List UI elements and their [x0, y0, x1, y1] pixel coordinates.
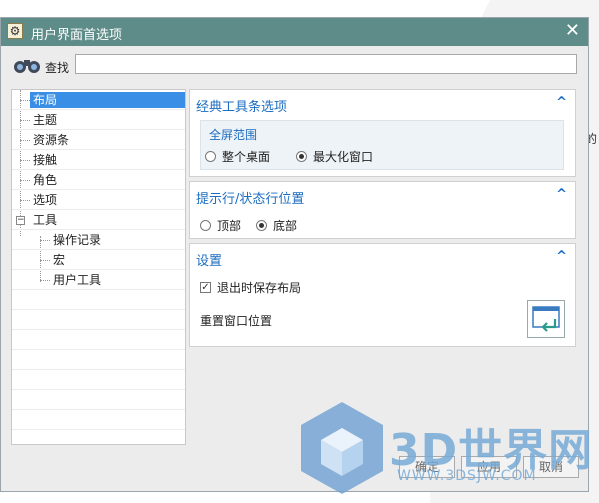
tree-empty-row [12, 310, 185, 330]
tree-item-label: 角色 [33, 173, 58, 187]
checkbox-label: 退出时保存布局 [217, 281, 302, 295]
title-bar[interactable]: ⚙ 用户界面首选项 ✕ [1, 18, 588, 46]
save-layout-checkbox[interactable]: ✓ 退出时保存布局 [200, 279, 301, 296]
window-title: 用户界面首选项 [31, 28, 123, 43]
reset-window-button[interactable] [527, 300, 565, 338]
radio-whole-desktop[interactable]: 整个桌面 [205, 148, 270, 165]
radio-circle [200, 220, 211, 231]
tree-empty-row [12, 410, 185, 430]
watermark-url: WWW.3DSJW.COM [397, 468, 537, 484]
panel-title: 设置 [196, 254, 223, 269]
tree-item-label: 用户工具 [53, 273, 102, 287]
radio-label: 最大化窗口 [313, 150, 374, 164]
watermark-cube-icon [301, 402, 383, 494]
tree-item-touch[interactable]: 接触 [12, 150, 185, 170]
tree-item-label: 工具 [33, 213, 58, 227]
tree-item-label: 主题 [33, 113, 58, 127]
tree-item-label: 操作记录 [53, 233, 102, 247]
collapse-expander[interactable]: − [16, 216, 25, 225]
tree-connector [40, 240, 50, 241]
collapse-chevron-icon[interactable]: ^ [556, 249, 567, 264]
settings-panel: 设置 ^ ✓ 退出时保存布局 重置窗口位置 [189, 243, 576, 347]
tree-item-label: 资源条 [33, 133, 70, 147]
checkbox-check-icon: ✓ [200, 282, 211, 293]
tree-item-layout[interactable]: 布局 [12, 90, 185, 110]
radio-label: 底部 [273, 219, 298, 233]
tree-item-resource-bar[interactable]: 资源条 [12, 130, 185, 150]
toolbar-options-panel: 经典工具条选项 ^ 全屏范围 整个桌面 最大化窗口 [189, 89, 576, 177]
tree-empty-row [12, 330, 185, 350]
binoculars-icon [14, 60, 40, 73]
radio-label: 整个桌面 [222, 150, 271, 164]
tree-connector [20, 120, 30, 121]
fullscreen-range-group: 全屏范围 整个桌面 最大化窗口 [200, 120, 564, 170]
settings-gear-icon: ⚙ [7, 23, 23, 39]
close-button[interactable]: ✕ [565, 21, 580, 41]
tree-item-label: 选项 [33, 193, 58, 207]
status-line-panel: 提示行/状态行位置 ^ 顶部 底部 [189, 181, 576, 239]
radio-maximize-window[interactable]: 最大化窗口 [296, 148, 373, 165]
collapse-chevron-icon[interactable]: ^ [556, 187, 567, 202]
tree-connector [40, 260, 50, 261]
radio-circle [205, 151, 216, 162]
tree-connector [40, 280, 50, 281]
tree-item-tools[interactable]: − 工具 [12, 210, 185, 230]
panel-title: 提示行/状态行位置 [196, 192, 305, 207]
search-row: 查找 [11, 54, 581, 76]
tree-connector [20, 100, 30, 101]
panel-title: 经典工具条选项 [196, 100, 288, 115]
watermark: 3D世界网 WWW.3DSJW.COM [297, 398, 597, 498]
tree-connector [20, 180, 30, 181]
tree-connector [20, 160, 30, 161]
tree-item-theme[interactable]: 主题 [12, 110, 185, 130]
tree-item-macro[interactable]: 宏 [12, 250, 185, 270]
reset-window-label: 重置窗口位置 [200, 314, 273, 328]
tree-item-user-tools[interactable]: 用户工具 [12, 270, 185, 290]
group-title: 全屏范围 [209, 128, 258, 142]
tree-item-role[interactable]: 角色 [12, 170, 185, 190]
category-tree[interactable]: 布局 主题 资源条 接触 角色 选项 − 工具 操作记录 宏 用户工具 [11, 89, 186, 445]
collapse-chevron-icon[interactable]: ^ [556, 95, 567, 110]
radio-bottom[interactable]: 底部 [256, 217, 297, 234]
tree-empty-row [12, 370, 185, 390]
radio-circle [296, 151, 307, 162]
tree-item-operation-log[interactable]: 操作记录 [12, 230, 185, 250]
tree-item-label: 宏 [53, 253, 66, 267]
tree-item-options[interactable]: 选项 [12, 190, 185, 210]
tree-item-label: 布局 [30, 92, 185, 108]
search-label: 查找 [45, 61, 70, 75]
radio-label: 顶部 [217, 219, 242, 233]
search-input[interactable] [75, 54, 577, 74]
tree-empty-row [12, 350, 185, 370]
tree-connector [20, 200, 30, 201]
radio-circle [256, 220, 267, 231]
reset-window-icon [532, 306, 560, 332]
tree-item-label: 接触 [33, 153, 58, 167]
radio-top[interactable]: 顶部 [200, 217, 241, 234]
tree-empty-row [12, 390, 185, 410]
tree-connector [20, 140, 30, 141]
tree-empty-row [12, 290, 185, 310]
